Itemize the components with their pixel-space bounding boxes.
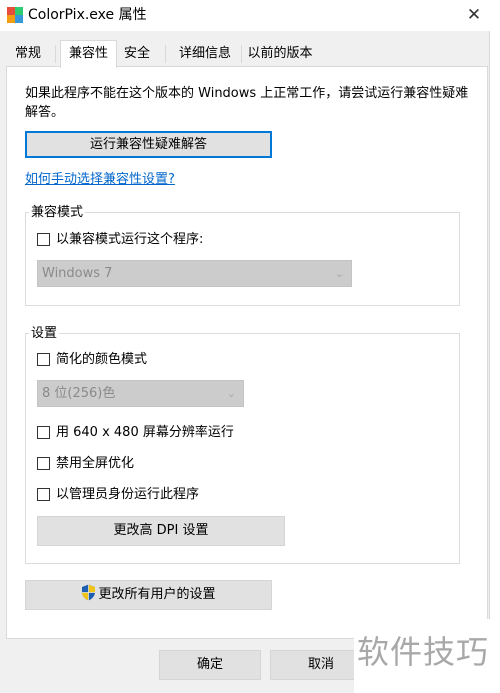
chevron-down-icon: ⌄ — [226, 387, 236, 400]
fullscreen-opt-label: 禁用全屏优化 — [56, 456, 135, 471]
tab-compatibility[interactable]: 兼容性 — [60, 40, 117, 68]
tab-divider — [55, 45, 56, 63]
compat-mode-checkbox-label: 以兼容模式运行这个程序: — [56, 232, 204, 247]
tab-details[interactable]: 详细信息 — [172, 43, 238, 65]
manual-settings-link[interactable]: 如何手动选择兼容性设置? — [25, 171, 175, 189]
checkbox-box[interactable] — [37, 457, 50, 470]
res-640-label: 用 640 x 480 屏幕分辨率运行 — [56, 425, 234, 440]
change-dpi-button[interactable]: 更改高 DPI 设置 — [37, 516, 285, 546]
tab-divider — [241, 45, 242, 63]
watermark-text: 软件技巧 — [357, 633, 490, 671]
tab-previous-versions[interactable]: 以前的版本 — [244, 43, 316, 65]
compat-mode-legend: 兼容模式 — [29, 205, 86, 221]
close-icon: ✕ — [466, 5, 482, 25]
settings-legend: 设置 — [29, 326, 60, 342]
checkbox-box[interactable] — [37, 233, 50, 246]
ok-button[interactable]: 确定 — [159, 650, 261, 680]
checkbox-box[interactable] — [37, 488, 50, 501]
title-bar: ColorPix.exe 属性 ✕ — [0, 0, 500, 31]
checkbox-box[interactable] — [37, 353, 50, 366]
tab-divider — [165, 45, 166, 63]
os-version-select[interactable]: Windows 7 ⌄ — [37, 260, 352, 287]
color-mode-value: 8 位(256)色 — [42, 386, 116, 401]
compat-mode-group — [25, 212, 460, 306]
compat-intro-text: 如果此程序不能在这个版本的 Windows 上正常工作，请尝试运行兼容性疑难解答… — [25, 86, 469, 120]
tab-security[interactable]: 安全 — [118, 43, 156, 65]
run-as-admin-label: 以管理员身份运行此程序 — [56, 487, 200, 502]
window-title: ColorPix.exe 属性 — [28, 7, 147, 23]
tab-general[interactable]: 常规 — [8, 43, 48, 65]
checkbox-box[interactable] — [37, 426, 50, 439]
chevron-down-icon: ⌄ — [334, 267, 344, 280]
reduced-color-label: 简化的颜色模式 — [56, 352, 148, 367]
color-mode-select[interactable]: 8 位(256)色 ⌄ — [37, 380, 244, 407]
uac-shield-icon — [82, 584, 96, 601]
close-button[interactable]: ✕ — [462, 4, 486, 26]
colorpix-app-icon — [7, 7, 23, 23]
change-all-users-button[interactable]: 更改所有用户的设置 — [25, 580, 272, 610]
run-troubleshooter-button[interactable]: 运行兼容性疑难解答 — [25, 131, 272, 158]
os-version-value: Windows 7 — [42, 266, 113, 281]
background-window-edge — [489, 31, 500, 693]
change-all-users-label: 更改所有用户的设置 — [98, 587, 216, 602]
